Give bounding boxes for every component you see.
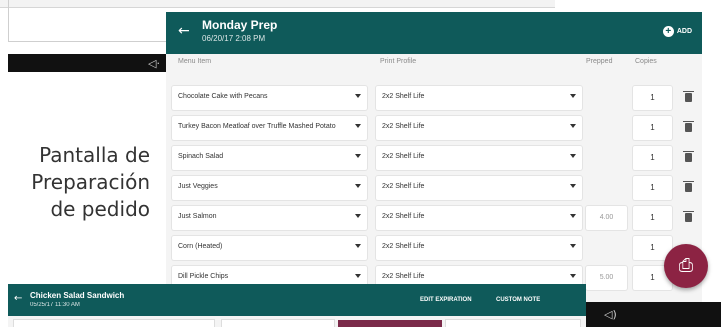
dropdown-arrow-icon: [355, 214, 361, 218]
secondary-title: Chicken Salad Sandwich: [30, 291, 125, 300]
back-arrow-icon[interactable]: ←: [14, 293, 22, 304]
table-row: Chocolate Cake with Pecans 2x2 Shelf Lif…: [166, 86, 702, 110]
secondary-content-row: [8, 316, 586, 327]
dropdown-arrow-icon: [570, 244, 576, 248]
dropdown-arrow-icon: [355, 154, 361, 158]
secondary-field[interactable]: [14, 320, 214, 327]
print-button[interactable]: ⎙: [664, 244, 708, 288]
print-profile-select[interactable]: 2x2 Shelf Life: [376, 176, 582, 200]
dropdown-arrow-icon: [355, 244, 361, 248]
copies-input[interactable]: 1: [633, 146, 672, 170]
column-header-copies: Copies: [635, 58, 657, 65]
print-profile-select[interactable]: 2x2 Shelf Life: [376, 206, 582, 230]
menu-item-value: Turkey Bacon Meatloaf over Truffle Mashe…: [178, 123, 336, 130]
delete-icon[interactable]: [683, 121, 694, 132]
page-subtitle: 06/20/17 2:08 PM: [202, 34, 266, 43]
secondary-selected-option[interactable]: [338, 320, 442, 327]
column-header-menu-item: Menu Item: [178, 58, 212, 65]
menu-item-select[interactable]: Turkey Bacon Meatloaf over Truffle Mashe…: [172, 116, 367, 140]
print-profile-select[interactable]: 2x2 Shelf Life: [376, 116, 582, 140]
secondary-subtitle: 05/25/17 11:30 AM: [30, 302, 80, 308]
dropdown-arrow-icon: [355, 94, 361, 98]
menu-item-value: Just Veggies: [178, 183, 218, 190]
menu-item-value: Dill Pickle Chips: [178, 273, 229, 280]
print-profile-select[interactable]: 2x2 Shelf Life: [376, 86, 582, 110]
caption-line: Pantalla de: [39, 143, 150, 167]
prepped-input[interactable]: 4.00: [586, 206, 627, 230]
print-profile-value: 2x2 Shelf Life: [382, 183, 425, 190]
menu-item-value: Just Salmon: [178, 213, 217, 220]
print-profile-value: 2x2 Shelf Life: [382, 93, 425, 100]
dropdown-arrow-icon: [355, 274, 361, 278]
table-row: Spinach Salad 2x2 Shelf Life 1: [166, 146, 702, 170]
prep-screen: ← Monday Prep 06/20/17 2:08 PM + ADD Men…: [166, 12, 702, 302]
copies-input[interactable]: 1: [633, 176, 672, 200]
device-bezel: ◁): [586, 302, 721, 327]
caption: Pantalla de Preparación de pedido: [10, 142, 150, 223]
delete-icon[interactable]: [683, 91, 694, 102]
menu-item-value: Spinach Salad: [178, 153, 224, 160]
stage: ◁· Pantalla de Preparación de pedido ← M…: [0, 0, 721, 327]
copies-input[interactable]: 1: [633, 86, 672, 110]
column-header-print-profile: Print Profile: [380, 58, 417, 65]
print-profile-select[interactable]: 2x2 Shelf Life: [376, 236, 582, 260]
menu-item-select[interactable]: Spinach Salad: [172, 146, 367, 170]
dropdown-arrow-icon: [570, 214, 576, 218]
menu-item-select[interactable]: Chocolate Cake with Pecans: [172, 86, 367, 110]
plus-icon: +: [662, 26, 674, 37]
app-bar: ← Monday Prep 06/20/17 2:08 PM + ADD: [166, 12, 702, 54]
print-profile-select[interactable]: 2x2 Shelf Life: [376, 146, 582, 170]
caption-line: Preparación: [31, 170, 150, 194]
delete-icon[interactable]: [683, 211, 694, 222]
table-row: Just Veggies 2x2 Shelf Life 1: [166, 176, 702, 200]
page-title: Monday Prep: [202, 18, 278, 32]
dropdown-arrow-icon: [355, 124, 361, 128]
secondary-app-bar: ← Chicken Salad Sandwich 05/25/17 11:30 …: [8, 284, 586, 316]
edit-expiration-button[interactable]: EDIT EXPIRATION: [420, 297, 472, 303]
dropdown-arrow-icon: [570, 94, 576, 98]
menu-item-value: Corn (Heated): [178, 243, 223, 250]
delete-icon[interactable]: [683, 181, 694, 192]
column-header-prepped: Prepped: [586, 58, 613, 65]
background-divider: [8, 0, 9, 42]
table-row: Turkey Bacon Meatloaf over Truffle Mashe…: [166, 116, 702, 140]
secondary-field[interactable]: [222, 320, 334, 327]
custom-note-button[interactable]: CUSTOM NOTE: [496, 297, 540, 303]
dropdown-arrow-icon: [570, 124, 576, 128]
add-button[interactable]: + ADD: [662, 26, 692, 37]
menu-item-select[interactable]: Just Salmon: [172, 206, 367, 230]
speaker-icon: ◁·: [148, 57, 160, 70]
background-divider: [8, 41, 166, 42]
copies-input[interactable]: 1: [633, 206, 672, 230]
dropdown-arrow-icon: [570, 184, 576, 188]
print-profile-value: 2x2 Shelf Life: [382, 123, 425, 130]
menu-item-value: Chocolate Cake with Pecans: [178, 93, 268, 100]
menu-item-select[interactable]: Corn (Heated): [172, 236, 367, 260]
dropdown-arrow-icon: [570, 274, 576, 278]
print-profile-value: 2x2 Shelf Life: [382, 273, 425, 280]
secondary-screen: ← Chicken Salad Sandwich 05/25/17 11:30 …: [8, 284, 586, 327]
background-device-edge: [0, 0, 555, 8]
secondary-field[interactable]: [446, 320, 580, 327]
copies-input[interactable]: 1: [633, 116, 672, 140]
speaker-icon: ◁): [604, 308, 617, 321]
background-device-bezel: ◁·: [8, 54, 166, 72]
back-arrow-icon[interactable]: ←: [178, 24, 190, 38]
prepped-input[interactable]: 5.00: [586, 266, 627, 290]
print-profile-value: 2x2 Shelf Life: [382, 243, 425, 250]
print-profile-value: 2x2 Shelf Life: [382, 213, 425, 220]
dropdown-arrow-icon: [570, 154, 576, 158]
add-label: ADD: [676, 28, 692, 35]
print-icon: ⎙: [678, 255, 694, 276]
print-profile-value: 2x2 Shelf Life: [382, 153, 425, 160]
table-row: Just Salmon 2x2 Shelf Life 4.00 1: [166, 206, 702, 230]
dropdown-arrow-icon: [355, 184, 361, 188]
table-row: Corn (Heated) 2x2 Shelf Life 1: [166, 236, 702, 260]
caption-line: de pedido: [50, 197, 150, 221]
menu-item-select[interactable]: Just Veggies: [172, 176, 367, 200]
delete-icon[interactable]: [683, 151, 694, 162]
